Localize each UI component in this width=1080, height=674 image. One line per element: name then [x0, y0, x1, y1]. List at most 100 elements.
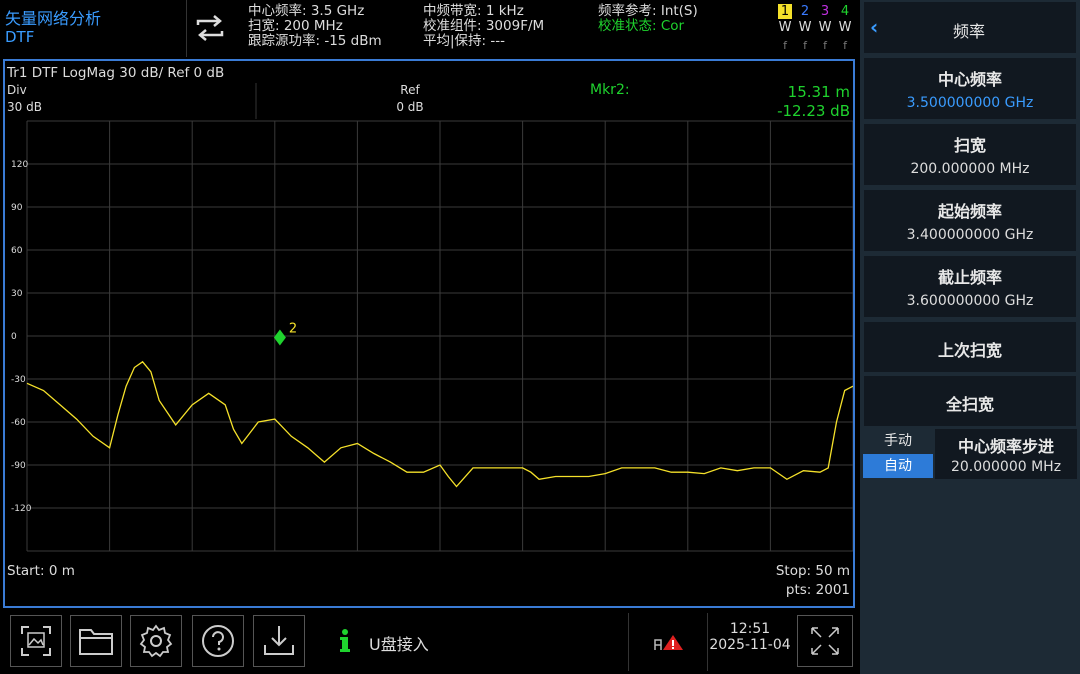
trace-title: Tr1 DTF LogMag 30 dB/ Ref 0 dB	[6, 65, 224, 81]
marker-x-value: 15.31 m	[788, 83, 850, 101]
folder-icon	[79, 629, 113, 655]
plot-window[interactable]: Tr1 DTF LogMag 30 dB/ Ref 0 dB Div 30 dB…	[3, 59, 855, 608]
trace-legend[interactable]: 1 2 3 4 W W W W f f f f	[774, 2, 858, 54]
usb-message: U盘接入	[369, 635, 429, 654]
y-tick-label: 0	[11, 332, 17, 342]
full-span-key-label: 全扫宽	[945, 395, 994, 414]
span-key[interactable]: 扫宽 200.000000 MHz	[863, 123, 1077, 186]
trace1-num: 1	[780, 4, 790, 19]
stop-freq-key-value: 3.600000000 GHz	[906, 293, 1034, 309]
ref-label: Ref	[400, 83, 420, 97]
fullscreen-toggle-button[interactable]	[797, 615, 853, 667]
trace4-w: W	[838, 20, 852, 35]
download-icon	[264, 626, 294, 655]
dtf-graph[interactable]: Tr1 DTF LogMag 30 dB/ Ref 0 dB Div 30 dB…	[5, 61, 853, 606]
trace1-w: W	[778, 20, 792, 35]
y-tick-label: -60	[11, 418, 26, 428]
settings-button[interactable]	[130, 615, 182, 667]
mode-indicator[interactable]: 矢量网络分析 DTF	[0, 0, 187, 57]
plot-grid	[26, 120, 853, 552]
marker-label: Mkr2:	[590, 82, 630, 98]
center-freq-key[interactable]: 中心频率 3.500000000 GHz	[863, 57, 1077, 120]
step-key-label: 中心频率步进	[957, 437, 1054, 456]
start-freq-key-value: 3.400000000 GHz	[906, 227, 1034, 243]
trace1-f: f	[783, 39, 787, 52]
freq-ref-status: 频率参考: Int(S)	[598, 3, 698, 19]
marker-diamond-icon[interactable]	[273, 329, 286, 346]
trace3-num: 3	[820, 4, 830, 19]
mode-subtitle: DTF	[5, 28, 35, 46]
bottom-toolbar: U盘接入 12:51 2025-11-04	[0, 611, 860, 674]
info-icon	[338, 628, 352, 654]
screenshot-icon	[21, 626, 51, 656]
y-tick-labels: 120 90 60 30 0 -30 -60 -90 -120	[11, 160, 32, 514]
stop-freq-key-label: 截止频率	[937, 268, 1002, 287]
save-download-button[interactable]	[253, 615, 305, 667]
span-key-value: 200.000000 MHz	[910, 161, 1030, 177]
step-key-value: 20.000000 MHz	[950, 459, 1062, 475]
sweep-toggle-button[interactable]	[188, 6, 232, 50]
source-power-status: 跟踪源功率: -15 dBm	[248, 33, 382, 49]
repeat-icon	[196, 15, 224, 41]
center-freq-key-label: 中心频率	[937, 70, 1002, 89]
network-warning-icon	[654, 635, 683, 650]
points-label: pts: 2001	[786, 582, 850, 598]
softkey-panel: ‹ 频率 中心频率 3.500000000 GHz 扫宽 200.000000 …	[860, 0, 1080, 674]
trace4-f: f	[843, 39, 847, 52]
y-tick-label: -120	[11, 504, 32, 514]
help-icon	[202, 625, 234, 657]
cal-kit-status: 校准组件: 3009F/M	[423, 18, 545, 34]
y-tick-label: 90	[11, 203, 23, 213]
auto-option[interactable]: 自动	[863, 454, 933, 478]
screenshot-button[interactable]	[10, 615, 62, 667]
start-label: Start: 0 m	[7, 563, 75, 579]
trace2-f: f	[803, 39, 807, 52]
file-manager-button[interactable]	[70, 615, 122, 667]
panel-title: 频率	[952, 22, 985, 41]
y-tick-label: 60	[11, 246, 23, 256]
span-key-label: 扫宽	[953, 136, 986, 155]
y-tick-label: 30	[11, 289, 23, 299]
y-tick-label: -30	[11, 375, 26, 385]
gear-icon	[139, 624, 173, 658]
y-tick-label: 120	[11, 160, 28, 170]
mode-title: 矢量网络分析	[5, 9, 102, 28]
trace3-f: f	[823, 39, 827, 52]
last-span-key-label: 上次扫宽	[937, 341, 1002, 360]
start-freq-key-label: 起始频率	[937, 202, 1002, 221]
stop-freq-key[interactable]: 截止频率 3.600000000 GHz	[863, 255, 1077, 318]
marker-number: 2	[289, 322, 297, 337]
step-key[interactable]: 中心频率步进 20.000000 MHz	[935, 429, 1077, 479]
cal-state-status: 校准状态: Cor	[598, 18, 685, 34]
if-bw-status: 中频带宽: 1 kHz	[423, 3, 524, 19]
center-freq-status: 中心频率: 3.5 GHz	[248, 3, 365, 19]
marker-2[interactable]: 2	[273, 322, 297, 346]
full-span-key[interactable]: 全扫宽	[863, 375, 1077, 427]
div-value: 30 dB	[7, 100, 42, 114]
trace3-w: W	[818, 20, 832, 35]
trace2-num: 2	[800, 4, 810, 19]
avg-hold-status: 平均|保持: ---	[423, 33, 506, 49]
top-status-bar: 矢量网络分析 DTF 中心频率: 3.5 GHz 扫宽: 200 MHz 跟踪源…	[0, 0, 860, 57]
expand-collapse-icon	[811, 627, 839, 655]
system-status[interactable]	[628, 613, 708, 671]
y-tick-label: -90	[11, 461, 26, 471]
panel-header: ‹ 频率	[863, 1, 1077, 54]
ref-value: 0 dB	[396, 100, 423, 114]
trace2-w: W	[798, 20, 812, 35]
status-col-1: 中心频率: 3.5 GHz 扫宽: 200 MHz 跟踪源功率: -15 dBm	[248, 4, 382, 49]
span-status: 扫宽: 200 MHz	[248, 18, 343, 34]
clock-display: 12:51 2025-11-04	[708, 621, 792, 653]
status-col-3: 频率参考: Int(S) 校准状态: Cor	[598, 4, 698, 34]
last-span-key[interactable]: 上次扫宽	[863, 321, 1077, 373]
marker-y-value: -12.23 dB	[777, 102, 850, 120]
time: 12:51	[729, 621, 771, 637]
stop-label: Stop: 50 m	[776, 563, 850, 579]
date: 2025-11-04	[709, 637, 791, 653]
help-button[interactable]	[192, 615, 244, 667]
center-freq-key-value: 3.500000000 GHz	[906, 95, 1034, 111]
status-col-2: 中频带宽: 1 kHz 校准组件: 3009F/M 平均|保持: ---	[423, 4, 544, 49]
manual-option[interactable]: 手动	[863, 429, 933, 453]
start-freq-key[interactable]: 起始频率 3.400000000 GHz	[863, 189, 1077, 252]
div-label: Div	[7, 83, 27, 97]
